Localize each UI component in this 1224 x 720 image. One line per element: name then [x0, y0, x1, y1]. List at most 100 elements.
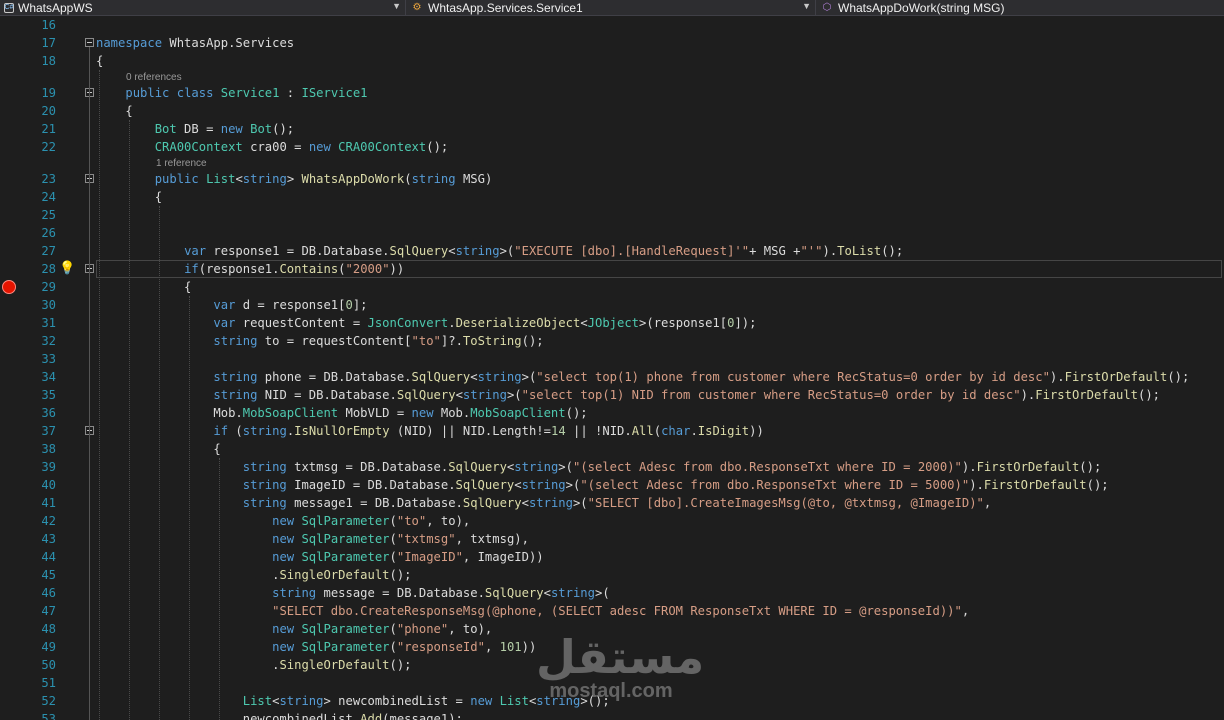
code-token: DB =: [176, 122, 221, 136]
line-number: 32: [41, 334, 56, 348]
code-line[interactable]: 19 public class Service1 : IService1: [0, 84, 1224, 102]
code-line[interactable]: 16: [0, 16, 1224, 34]
code-token: , to),: [448, 622, 493, 636]
code-line[interactable]: 34 string phone = DB.Database.SqlQuery<s…: [0, 368, 1224, 386]
watermark-arabic: مستقل: [536, 630, 705, 684]
code-line[interactable]: 28 if(response1.Contains("2000")) 💡: [0, 260, 1224, 278]
code-token: SqlQuery: [448, 460, 507, 474]
code-token: ,: [484, 640, 500, 654]
code-line[interactable]: 40 string ImageID = DB.Database.SqlQuery…: [0, 476, 1224, 494]
code-token: ).: [1020, 388, 1036, 402]
code-token: SqlParameter: [301, 622, 390, 636]
code-token: "EXECUTE [dbo].[HandleRequest]'": [514, 244, 750, 258]
code-line[interactable]: 20 {: [0, 102, 1224, 120]
code-text: string message1 = DB.Database.SqlQuery<s…: [96, 494, 991, 512]
code-line[interactable]: 24 {: [0, 188, 1224, 206]
code-line[interactable]: 26: [0, 224, 1224, 242]
code-token: <: [543, 586, 551, 600]
code-line[interactable]: 37 if (string.IsNullOrEmpty (NID) || NID…: [0, 422, 1224, 440]
code-line[interactable]: 27 var response1 = DB.Database.SqlQuery<…: [0, 242, 1224, 260]
code-line[interactable]: 33: [0, 350, 1224, 368]
code-line[interactable]: 42 new SqlParameter("to", to),: [0, 512, 1224, 530]
code-line[interactable]: 31 var requestContent = JsonConvert.Dese…: [0, 314, 1224, 332]
code-token: string: [242, 424, 287, 438]
code-token: {: [96, 54, 104, 68]
collapse-toggle-icon[interactable]: [85, 38, 94, 47]
code-line[interactable]: 53 newcombinedList.Add(message1);: [0, 710, 1224, 720]
code-line[interactable]: 38 {: [0, 440, 1224, 458]
code-token: "'": [800, 244, 823, 258]
line-number: 20: [41, 104, 56, 118]
code-token: List: [242, 694, 273, 708]
code-token: to = requestContent[: [257, 334, 412, 348]
code-token: string: [528, 496, 573, 510]
code-line[interactable]: 17 namespace WhtasApp.Services: [0, 34, 1224, 52]
code-line[interactable]: 18 {: [0, 52, 1224, 70]
code-line[interactable]: 45 .SingleOrDefault();: [0, 566, 1224, 584]
code-line[interactable]: 44 new SqlParameter("ImageID", ImageID)): [0, 548, 1224, 566]
code-text: new SqlParameter("responseId", 101)): [96, 638, 536, 656]
code-line[interactable]: 41 string message1 = DB.Database.SqlQuer…: [0, 494, 1224, 512]
code-token: <: [235, 172, 243, 186]
line-number: 16: [41, 18, 56, 32]
line-number: 44: [41, 550, 56, 564]
member-dropdown[interactable]: ⬡ WhatsAppDoWork(string MSG): [816, 0, 1224, 15]
code-token: new: [272, 514, 295, 528]
navigation-bar: C# WhatsAppWS ▼ ⚙ WhtasApp.Services.Serv…: [0, 0, 1224, 16]
code-token: string: [279, 694, 324, 708]
code-token: IsDigit: [697, 424, 750, 438]
project-dropdown[interactable]: C# WhatsAppWS ▼: [0, 0, 406, 15]
code-line[interactable]: 36 Mob.MobSoapClient MobVLD = new Mob.Mo…: [0, 404, 1224, 422]
code-line[interactable]: 47 "SELECT dbo.CreateResponseMsg(@phone,…: [0, 602, 1224, 620]
project-dropdown-label: WhatsAppWS: [18, 0, 93, 15]
code-token: ();: [389, 658, 412, 672]
code-line[interactable]: 46 string message = DB.Database.SqlQuery…: [0, 584, 1224, 602]
code-lens-references[interactable]: 1 reference: [156, 158, 207, 170]
code-token: ();: [521, 334, 544, 348]
code-line[interactable]: 35 string NID = DB.Database.SqlQuery<str…: [0, 386, 1224, 404]
code-line[interactable]: 22 CRA00Context cra00 = new CRA00Context…: [0, 138, 1224, 156]
code-token: )): [749, 424, 764, 438]
code-text: var d = response1[0];: [96, 296, 367, 314]
code-line[interactable]: 29 {: [0, 278, 1224, 296]
lightbulb-icon[interactable]: 💡: [59, 261, 75, 277]
code-text: string txtmsg = DB.Database.SqlQuery<str…: [96, 458, 1102, 476]
code-line[interactable]: 43 new SqlParameter("txtmsg", txtmsg),: [0, 530, 1224, 548]
code-token: SqlQuery: [484, 586, 544, 600]
code-token: txtmsg = DB.Database.: [286, 460, 449, 474]
code-token: ]);: [734, 316, 757, 330]
code-token: Add: [360, 712, 383, 720]
type-dropdown[interactable]: ⚙ WhtasApp.Services.Service1 ▼: [406, 0, 816, 15]
line-number: 50: [41, 658, 56, 672]
code-line[interactable]: 23 public List<string> WhatsAppDoWork(st…: [0, 170, 1224, 188]
code-token: ();: [272, 122, 295, 136]
breakpoint-icon[interactable]: [2, 280, 16, 294]
code-line[interactable]: 32 string to = requestContent["to"]?.ToS…: [0, 332, 1224, 350]
code-text: string phone = DB.Database.SqlQuery<stri…: [96, 368, 1189, 386]
code-line[interactable]: 25: [0, 206, 1224, 224]
code-token: ();: [1086, 478, 1109, 492]
code-token: new: [411, 406, 434, 420]
code-token: "select top(1) phone from customer where…: [536, 370, 1050, 384]
code-lens-references[interactable]: 0 references: [126, 72, 182, 84]
code-line[interactable]: 21 Bot DB = new Bot();: [0, 120, 1224, 138]
code-editor[interactable]: 16 17 namespace WhtasApp.Services 18 { 0 refe…: [0, 16, 1224, 720]
code-line[interactable]: 39 string txtmsg = DB.Database.SqlQuery<…: [0, 458, 1224, 476]
code-token: :: [279, 86, 302, 100]
code-token: "(select Adesc from dbo.ResponseTxt wher…: [580, 478, 970, 492]
code-text: .SingleOrDefault();: [96, 656, 412, 674]
line-number: 26: [41, 226, 56, 240]
code-token: new: [272, 532, 295, 546]
code-text: Mob.MobSoapClient MobVLD = new Mob.MobSo…: [96, 404, 587, 422]
code-line[interactable]: 30 var d = response1[0];: [0, 296, 1224, 314]
code-token: ]?.: [440, 334, 463, 348]
line-number: 24: [41, 190, 56, 204]
code-token: 0: [345, 298, 353, 312]
